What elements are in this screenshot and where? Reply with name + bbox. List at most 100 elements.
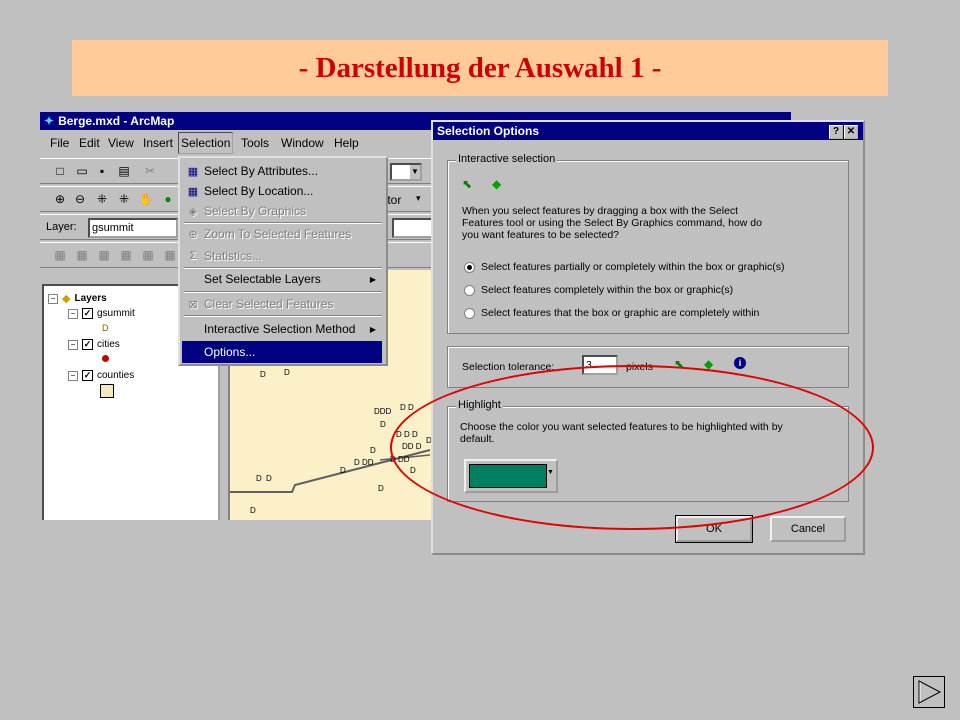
menu-item-select-by-attributes[interactable]: ▦ Select By Attributes...: [182, 160, 382, 182]
toc-root[interactable]: − ◆ Layers: [48, 292, 107, 305]
tool-a-icon[interactable]: ▦: [52, 248, 68, 262]
fixed-zoom-in-icon[interactable]: ⁜: [94, 192, 110, 206]
select-by-graphics-icon: ◈: [188, 205, 198, 218]
tool-b-icon[interactable]: ▦: [74, 248, 90, 262]
menu-item-label: Interactive Selection Method: [204, 322, 356, 336]
toc-layer-label: cities: [97, 339, 120, 350]
menu-item-select-by-location[interactable]: ▦ Select By Location...: [182, 180, 382, 202]
radio-label: Select features completely within the bo…: [481, 284, 734, 296]
layer-checkbox[interactable]: ✓: [82, 308, 93, 319]
submenu-arrow-icon: ▶: [369, 274, 376, 284]
menu-tools[interactable]: Tools: [241, 136, 269, 150]
map-point: D: [266, 474, 272, 483]
menu-item-label: Select By Location...: [204, 184, 314, 198]
select-by-location-icon: ▦: [187, 185, 199, 198]
next-slide-button[interactable]: [913, 676, 945, 708]
menu-item-zoom-selected[interactable]: ⊕ Zoom To Selected Features: [182, 223, 382, 245]
toc-layer-label: counties: [97, 370, 135, 381]
layer-aux-field[interactable]: [392, 218, 436, 238]
collapse-icon[interactable]: −: [68, 339, 78, 350]
description-line: When you select features by dragging a b…: [462, 205, 739, 217]
counties-symbol-icon: [100, 384, 114, 398]
toc-layer-label: gsummit: [97, 308, 135, 319]
selection-menu: ▦ Select By Attributes... ▦ Select By Lo…: [178, 156, 388, 366]
radio-label: Select features partially or completely …: [481, 261, 785, 273]
collapse-icon[interactable]: −: [68, 308, 78, 319]
menu-item-label: Zoom To Selected Features: [204, 227, 352, 241]
menu-view[interactable]: View: [108, 136, 134, 150]
menu-help[interactable]: Help: [334, 136, 359, 150]
menu-window[interactable]: Window: [281, 136, 324, 150]
sigma-icon: Σ: [189, 250, 197, 262]
full-extent-icon[interactable]: ●: [160, 192, 176, 206]
layer-label: Layer:: [46, 221, 77, 233]
toc-layer-gsummit[interactable]: − ✓ gsummit: [68, 308, 135, 319]
tool-d-icon[interactable]: ▦: [118, 248, 134, 262]
interactive-selection-group: Interactive selection ⬉ ◆ When you selec…: [447, 153, 849, 334]
menu-item-label: Options...: [204, 345, 256, 359]
info-icon[interactable]: i: [734, 357, 746, 369]
submenu-arrow-icon: ▶: [369, 324, 376, 334]
map-point: D: [378, 484, 384, 493]
collapse-icon[interactable]: −: [48, 293, 58, 304]
zoom-in-icon[interactable]: ⊕: [52, 192, 68, 206]
zoom-out-icon[interactable]: ⊖: [72, 192, 88, 206]
help-button[interactable]: ?: [829, 125, 843, 139]
save-icon[interactable]: ▪: [94, 164, 110, 178]
menu-selection[interactable]: Selection: [178, 132, 234, 154]
cut-icon[interactable]: ✂: [142, 164, 158, 178]
menu-item-label: Select By Attributes...: [204, 164, 319, 178]
group-legend: Interactive selection: [456, 153, 558, 165]
select-features-tool-icon: ⬉: [462, 177, 473, 191]
menu-insert[interactable]: Insert: [143, 136, 173, 150]
print-icon[interactable]: ▤: [116, 164, 132, 178]
close-button[interactable]: ✕: [844, 125, 858, 139]
menu-item-label: Select By Graphics: [204, 204, 307, 218]
interactive-description: When you select features by dragging a b…: [462, 205, 762, 241]
fixed-zoom-out-icon[interactable]: ⁜: [116, 192, 132, 206]
play-next-icon: [918, 680, 942, 704]
toc-layer-cities[interactable]: − ✓ cities: [68, 339, 120, 350]
tool-e-icon[interactable]: ▦: [140, 248, 156, 262]
menu-item-label: Set Selectable Layers: [204, 272, 321, 286]
pan-icon[interactable]: ✋: [138, 192, 154, 206]
menu-item-label: Statistics...: [204, 249, 263, 263]
description-line: Features tool or using the Select By Gra…: [462, 217, 762, 229]
map-point: D DD: [354, 458, 374, 467]
description-line: you want features to be selected?: [462, 229, 620, 241]
layer-field[interactable]: gsummit: [88, 218, 178, 238]
tool-f-icon[interactable]: ▦: [162, 248, 178, 262]
menu-item-select-by-graphics[interactable]: ◈ Select By Graphics: [182, 200, 382, 222]
map-point: D: [380, 420, 386, 429]
collapse-icon[interactable]: −: [68, 370, 78, 381]
highlight-annotation-ellipse: [390, 365, 874, 530]
radio-button[interactable]: [464, 307, 475, 319]
radio-box-within-feature[interactable]: Select features that the box or graphic …: [464, 307, 759, 319]
menu-item-interactive-method[interactable]: Interactive Selection Method ▶: [182, 318, 382, 340]
menu-edit[interactable]: Edit: [79, 136, 100, 150]
map-point: D D: [400, 403, 414, 412]
scale-dropdown[interactable]: ▼: [390, 163, 422, 181]
radio-partially-within[interactable]: Select features partially or completely …: [464, 261, 784, 273]
layer-checkbox[interactable]: ✓: [82, 339, 93, 350]
open-icon[interactable]: ▭: [74, 164, 90, 178]
menu-file[interactable]: File: [50, 136, 69, 150]
slide-title: - Darstellung der Auswahl 1 -: [72, 40, 888, 96]
editor-dropdown-icon[interactable]: ▾: [416, 193, 421, 204]
menu-item-options[interactable]: Options...: [182, 341, 382, 363]
radio-button[interactable]: [464, 284, 475, 296]
layers-icon: ◆: [62, 293, 71, 305]
menu-item-selectable-layers[interactable]: Set Selectable Layers ▶: [182, 268, 382, 290]
radio-completely-within[interactable]: Select features completely within the bo…: [464, 284, 733, 296]
cancel-button[interactable]: Cancel: [770, 516, 846, 542]
select-graphics-tool-icon: ◆: [492, 177, 502, 191]
menu-item-clear-selected[interactable]: ⊠ Clear Selected Features: [182, 293, 382, 315]
gsummit-symbol-icon: D: [102, 323, 109, 333]
window-title: Berge.mxd - ArcMap: [58, 114, 175, 128]
layer-checkbox[interactable]: ✓: [82, 370, 93, 381]
menu-item-statistics[interactable]: Σ Statistics...: [182, 245, 382, 267]
new-icon[interactable]: □: [52, 164, 68, 178]
radio-button[interactable]: [464, 261, 475, 273]
toc-layer-counties[interactable]: − ✓ counties: [68, 370, 134, 381]
tool-c-icon[interactable]: ▦: [96, 248, 112, 262]
